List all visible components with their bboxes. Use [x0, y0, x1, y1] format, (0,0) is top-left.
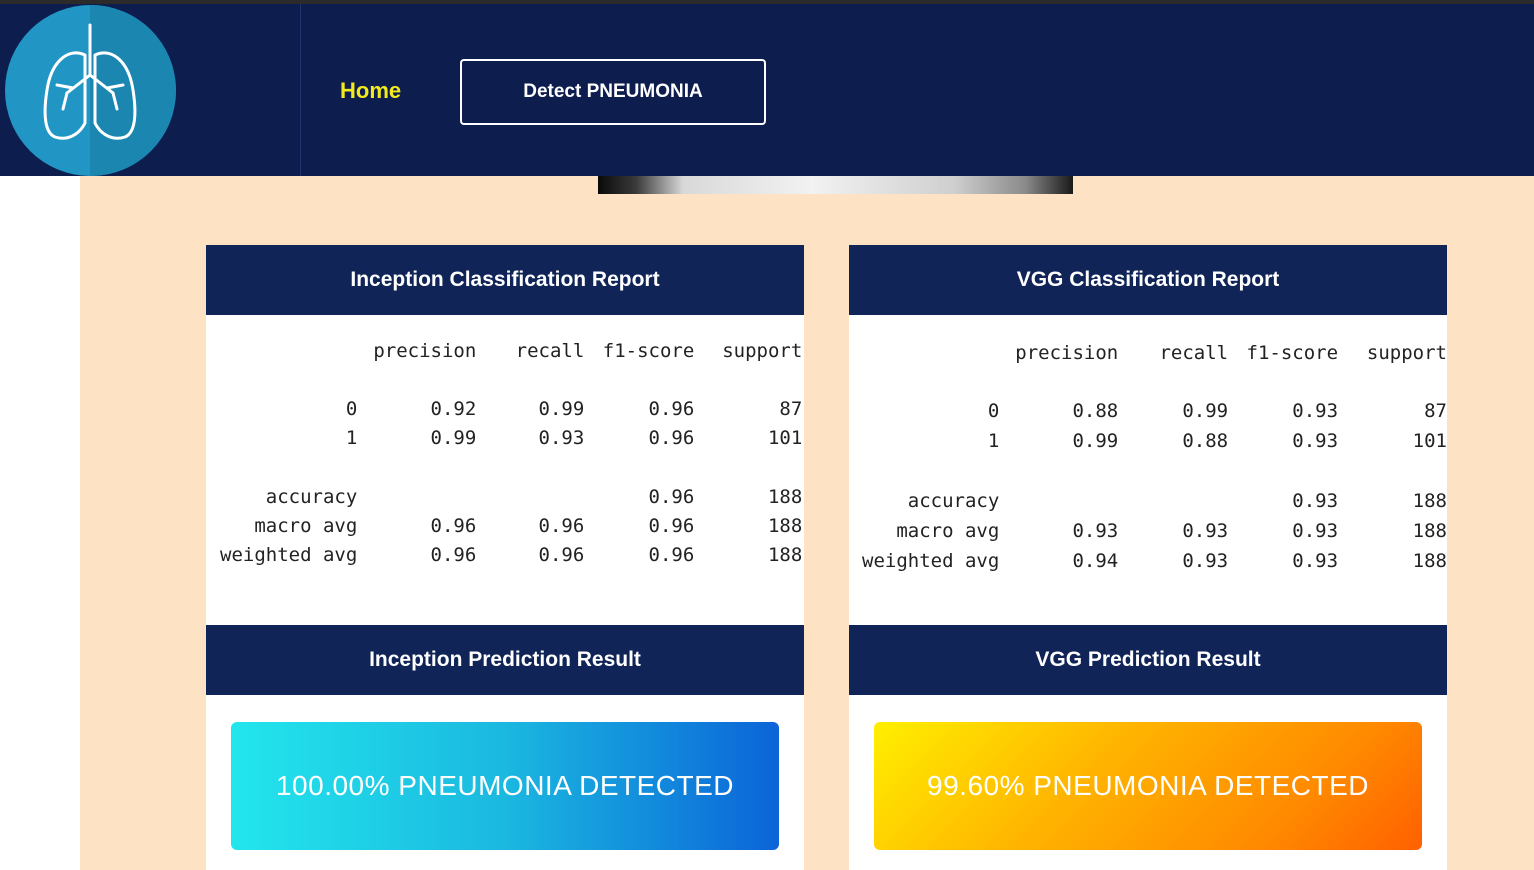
report-cell: 188 — [767, 515, 803, 537]
report-cell: 0.93 — [1182, 550, 1229, 572]
inception-result-header: Inception Prediction Result — [206, 625, 804, 695]
report-column-header: f1-score — [602, 340, 695, 362]
report-cell: 0.94 — [1072, 550, 1119, 572]
report-cell — [1118, 490, 1228, 520]
report-row: 1 0.99 0.88 0.93 101 — [862, 430, 1447, 490]
report-cell: 0.93 — [1292, 520, 1339, 542]
vgg-card: VGG Classification Report precision recal… — [849, 245, 1447, 870]
report-cell — [999, 490, 1118, 520]
report-column-header — [862, 342, 999, 400]
report-cell: 0.96 — [648, 486, 695, 508]
inception-report-table: precision recall f1-score support 0 0.92 0.99 0… — [220, 340, 802, 603]
report-row: 1 0.99 0.93 0.96 101 — [220, 427, 802, 486]
report-cell: 0.93 — [1292, 550, 1339, 572]
report-row: weighted avg 0.94 0.93 0.93 188 — [862, 550, 1447, 610]
report-cell: 101 — [1412, 430, 1447, 452]
vgg-report-header: VGG Classification Report — [849, 245, 1447, 315]
report-cell: 0.93 — [1292, 490, 1339, 512]
report-row-label: 1 — [987, 430, 1000, 452]
report-column-header: precision — [1015, 342, 1119, 364]
report-row-label: weighted avg — [220, 544, 358, 566]
report-row-label: weighted avg — [862, 550, 1000, 572]
report-header-row: precision recall f1-score support — [220, 340, 802, 398]
report-row-label: accuracy — [265, 486, 358, 508]
report-cell: 0.99 — [1072, 430, 1119, 452]
report-row: accuracy 0.96 188 — [220, 486, 803, 515]
report-row: macro avg 0.96 0.96 0.96 188 — [220, 515, 802, 544]
inception-card: Inception Classification Report precisio… — [206, 245, 804, 870]
vgg-result-header: VGG Prediction Result — [849, 625, 1447, 695]
report-row: weighted avg 0.96 0.96 0.96 188 — [220, 544, 802, 603]
report-cell: 0.96 — [648, 515, 695, 537]
report-cell: 0.92 — [430, 398, 477, 420]
report-cell: 0.96 — [538, 515, 585, 537]
report-cell: 0.96 — [648, 544, 695, 566]
site-logo[interactable] — [5, 5, 176, 176]
report-row-label: 0 — [987, 400, 1000, 422]
report-cell: 188 — [1412, 550, 1447, 572]
report-row: 0 0.92 0.99 0.96 87 — [220, 398, 802, 427]
report-header-row: precision recall f1-score support — [862, 342, 1447, 400]
vgg-report-table: precision recall f1-score support 0 0.88 0.99 0… — [862, 342, 1447, 610]
report-column-header: precision — [373, 340, 477, 362]
report-cell: 188 — [1412, 520, 1447, 542]
report-cell: 0.93 — [1292, 400, 1339, 422]
report-row-label: 0 — [345, 398, 358, 420]
xray-image — [598, 176, 1073, 194]
report-cell — [476, 486, 584, 515]
report-cell: 0.96 — [648, 427, 695, 449]
detect-pneumonia-button[interactable]: Detect PNEUMONIA — [460, 59, 766, 125]
report-cell: 0.93 — [1182, 520, 1229, 542]
vgg-result-box: 99.60% PNEUMONIA DETECTED — [874, 722, 1422, 850]
report-row-label: macro avg — [896, 520, 1000, 542]
inception-result-box: 100.00% PNEUMONIA DETECTED — [231, 722, 779, 850]
report-cell: 188 — [767, 486, 803, 508]
nav-home-link[interactable]: Home — [340, 78, 401, 104]
report-cell: 0.96 — [430, 544, 477, 566]
nav-divider — [300, 4, 301, 176]
report-row: macro avg 0.93 0.93 0.93 188 — [862, 520, 1447, 550]
report-cell: 0.99 — [1182, 400, 1229, 422]
report-cell: 0.99 — [430, 427, 477, 449]
report-cell: 87 — [779, 398, 803, 420]
report-column-header: f1-score — [1246, 342, 1339, 364]
lungs-icon — [43, 23, 137, 140]
report-cell: 0.96 — [430, 515, 477, 537]
report-row-label: 1 — [345, 427, 358, 449]
report-column-header: support — [722, 340, 803, 362]
report-cell: 0.93 — [538, 427, 585, 449]
report-row: 0 0.88 0.99 0.93 87 — [862, 400, 1447, 430]
report-cell: 0.93 — [1072, 520, 1119, 542]
report-cell: 87 — [1424, 400, 1447, 422]
report-row-label: macro avg — [254, 515, 358, 537]
report-column-header: support — [1366, 342, 1447, 364]
report-cell: 0.93 — [1292, 430, 1339, 452]
report-cell: 0.96 — [648, 398, 695, 420]
report-cell: 101 — [767, 427, 803, 449]
report-column-header: recall — [515, 340, 585, 362]
report-cell: 0.99 — [538, 398, 585, 420]
report-cell: 0.96 — [538, 544, 585, 566]
navbar: Home Detect PNEUMONIA — [0, 4, 1534, 176]
report-cell — [357, 486, 476, 515]
report-row: accuracy 0.93 188 — [862, 490, 1447, 520]
report-cell: 188 — [767, 544, 803, 566]
report-cell: 188 — [1412, 490, 1447, 512]
report-column-header: recall — [1159, 342, 1229, 364]
report-column-header — [220, 340, 357, 398]
report-row-label: accuracy — [907, 490, 1000, 512]
report-cell: 0.88 — [1072, 400, 1119, 422]
inception-report-header: Inception Classification Report — [206, 245, 804, 315]
report-cell: 0.88 — [1182, 430, 1229, 452]
